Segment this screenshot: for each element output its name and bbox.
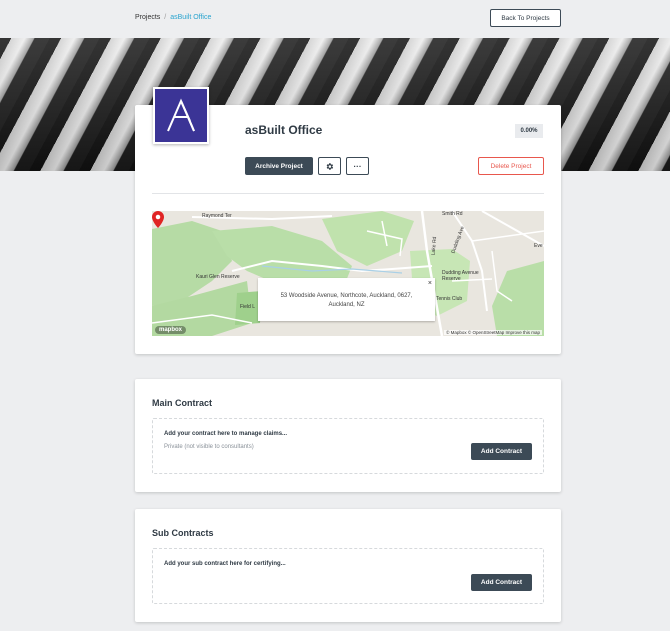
map-label-eve: Eve <box>534 243 543 249</box>
breadcrumb-separator: / <box>164 14 167 21</box>
popup-close-icon[interactable]: × <box>428 279 432 288</box>
breadcrumb-projects-link[interactable]: Projects <box>135 14 160 21</box>
delete-project-button[interactable]: Delete Project <box>478 157 544 175</box>
sub-contract-dropzone: Add your sub contract here for certifyin… <box>152 548 544 604</box>
main-contract-privacy-note: Private (not visible to consultants) <box>164 444 254 450</box>
map-label-smith: Smith Rd <box>442 211 463 217</box>
sub-contracts-card: Sub Contracts Add your sub contract here… <box>135 509 561 622</box>
settings-button[interactable] <box>318 157 341 175</box>
main-contract-title: Main Contract <box>152 398 213 408</box>
map-label-raymond: Raymond Ter <box>202 213 232 219</box>
mapbox-logo[interactable]: mapbox <box>155 326 187 334</box>
address-popup: × 53 Woodside Avenue, Northcote, Aucklan… <box>258 278 435 321</box>
map-label-dudding-reserve: Dudding Avenue Reserve <box>442 270 479 282</box>
breadcrumb: Projects / asBuilt Office <box>135 14 211 21</box>
project-location-map[interactable]: Raymond Ter Smith Rd Eve Kauri Glen Rese… <box>152 211 544 336</box>
map-label-tennis-club: Tennis Club <box>436 296 463 302</box>
back-to-projects-button[interactable]: Back To Projects <box>490 9 561 27</box>
main-contract-card: Main Contract Add your contract here to … <box>135 379 561 492</box>
add-sub-contract-button[interactable]: Add Contract <box>471 574 532 591</box>
asbuilt-logo-icon <box>167 97 195 131</box>
divider <box>152 193 544 194</box>
project-title: asBuilt Office <box>245 123 323 137</box>
address-line-2: Auckland, NZ <box>328 302 365 308</box>
map-label-field: Field L <box>240 304 256 310</box>
map-label-kauri-glen: Kauri Glen Reserve <box>196 274 240 280</box>
map-attribution[interactable]: © Mapbox © OpenStreetMap Improve this ma… <box>444 330 542 335</box>
add-main-contract-button[interactable]: Add Contract <box>471 443 532 460</box>
main-contract-prompt: Add your contract here to manage claims.… <box>164 431 288 437</box>
address-line-1: 53 Woodside Avenue, Northcote, Auckland,… <box>280 293 413 299</box>
main-contract-dropzone: Add your contract here to manage claims.… <box>152 418 544 474</box>
sub-contracts-title: Sub Contracts <box>152 528 214 538</box>
top-bar: Projects / asBuilt Office Back To Projec… <box>0 0 670 38</box>
sub-contract-prompt: Add your sub contract here for certifyin… <box>164 561 286 567</box>
breadcrumb-current: asBuilt Office <box>170 14 212 21</box>
progress-badge: 0.00% <box>515 124 543 138</box>
location-pin-icon[interactable] <box>152 211 164 228</box>
project-logo <box>153 87 209 144</box>
gear-icon <box>326 162 334 170</box>
archive-project-button[interactable]: Archive Project <box>245 157 313 175</box>
more-options-button[interactable]: ··· <box>346 157 369 175</box>
